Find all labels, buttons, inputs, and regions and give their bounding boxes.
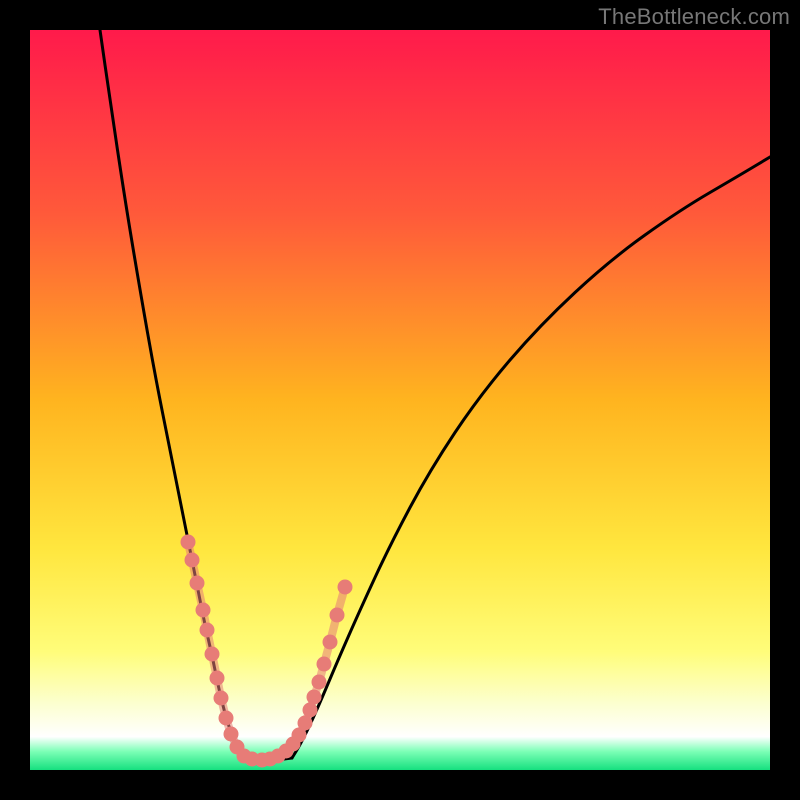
left-overlay-dots-seg: [197, 583, 203, 610]
series-left-branch: [100, 30, 244, 758]
left-overlay-dots-seg: [244, 756, 252, 759]
chart-frame: TheBottleneck.com: [0, 0, 800, 800]
series-right-branch: [292, 157, 770, 758]
watermark-text: TheBottleneck.com: [598, 4, 790, 30]
right-overlay-dots-seg: [337, 587, 345, 615]
chart-canvas: [30, 30, 770, 770]
plot-area: [30, 30, 770, 770]
